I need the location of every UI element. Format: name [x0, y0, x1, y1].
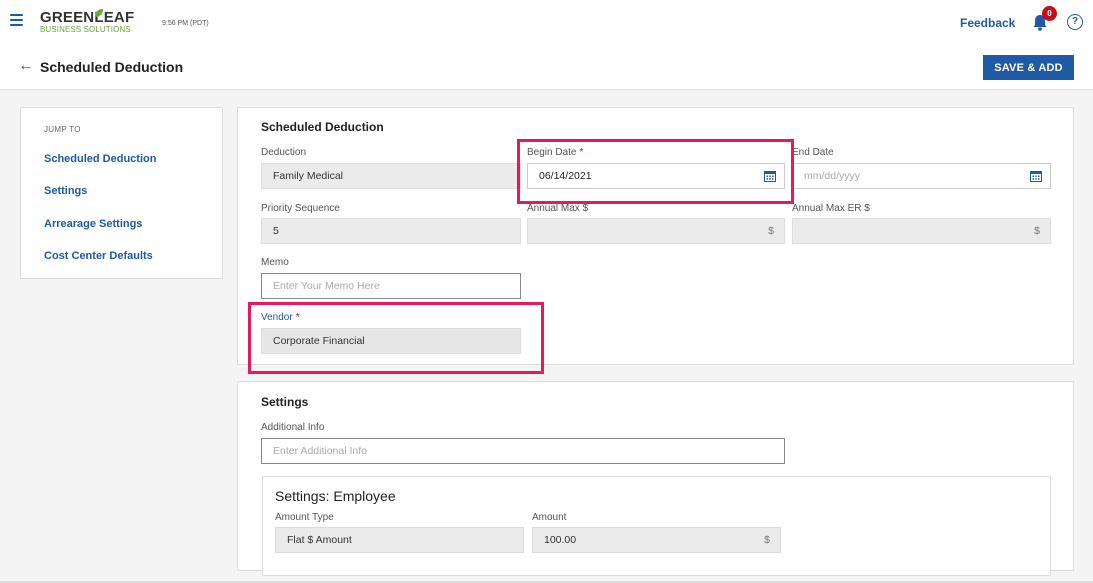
priority-sequence-label: Priority Sequence [261, 203, 340, 214]
annual-max-field: $ [527, 218, 785, 244]
annual-max-er-label: Annual Max ER $ [792, 203, 870, 214]
amount-label: Amount [532, 512, 567, 523]
feedback-link[interactable]: Feedback [960, 16, 1015, 30]
leaf-icon [95, 9, 103, 17]
calendar-icon[interactable] [1030, 170, 1042, 182]
amount-type-field[interactable]: Flat $ Amount [275, 527, 524, 553]
help-icon[interactable]: ? [1067, 14, 1083, 30]
end-date-input[interactable]: mm/dd/yyyy [792, 163, 1051, 189]
amount-field[interactable]: 100.00 $ [532, 527, 781, 553]
amount-type-label: Amount Type [275, 512, 334, 523]
jump-link-settings[interactable]: Settings [44, 185, 87, 197]
section-title-settings: Settings [261, 395, 309, 409]
jump-link-scheduled-deduction[interactable]: Scheduled Deduction [44, 153, 156, 165]
hamburger-menu-icon[interactable] [10, 14, 23, 26]
jump-to-panel: JUMP TO Scheduled Deduction Settings Arr… [20, 107, 223, 279]
settings-employee-title: Settings: Employee [275, 488, 396, 504]
annual-max-label: Annual Max $ [527, 203, 589, 214]
settings-employee-box: Settings: Employee Amount Type Flat $ Am… [262, 476, 1051, 576]
top-bar: GREENLEAF BUSINESS SOLUTIONS 9:56 PM (PD… [0, 0, 1093, 90]
currency-suffix: $ [768, 225, 774, 237]
currency-suffix: $ [1034, 225, 1040, 237]
amount-value: 100.00 [544, 534, 577, 546]
annual-max-er-field: $ [792, 218, 1051, 244]
section-title-scheduled-deduction: Scheduled Deduction [261, 120, 384, 134]
end-date-placeholder: mm/dd/yyyy [804, 170, 861, 182]
end-date-label: End Date [792, 147, 834, 158]
logo-bottom-text: BUSINESS SOLUTIONS [40, 25, 131, 34]
notification-badge: 0 [1042, 6, 1057, 21]
settings-card: Settings Additional Info Enter Additiona… [237, 381, 1074, 576]
begin-date-highlight [517, 139, 794, 204]
jump-to-title: JUMP TO [44, 125, 81, 134]
additional-info-label: Additional Info [261, 422, 325, 433]
priority-sequence-field: 5 [261, 218, 521, 244]
back-arrow-icon[interactable]: ← [18, 58, 34, 74]
jump-link-cost-center-defaults[interactable]: Cost Center Defaults [44, 250, 153, 262]
current-time: 9:56 PM (PDT) [162, 20, 209, 27]
deduction-field: Family Medical [261, 163, 521, 189]
memo-input[interactable]: Enter Your Memo Here [261, 273, 521, 299]
deduction-label: Deduction [261, 147, 307, 158]
currency-suffix: $ [764, 534, 770, 546]
page-title: Scheduled Deduction [40, 59, 184, 75]
company-logo[interactable]: GREENLEAF BUSINESS SOLUTIONS [40, 9, 140, 38]
additional-info-input[interactable]: Enter Additional Info [261, 438, 785, 464]
vendor-highlight [248, 302, 544, 374]
memo-label: Memo [261, 257, 289, 268]
logo-top-text: GREENLEAF [40, 9, 135, 26]
save-and-add-button[interactable]: SAVE & ADD [983, 55, 1074, 80]
jump-link-arrearage-settings[interactable]: Arrearage Settings [44, 218, 142, 230]
